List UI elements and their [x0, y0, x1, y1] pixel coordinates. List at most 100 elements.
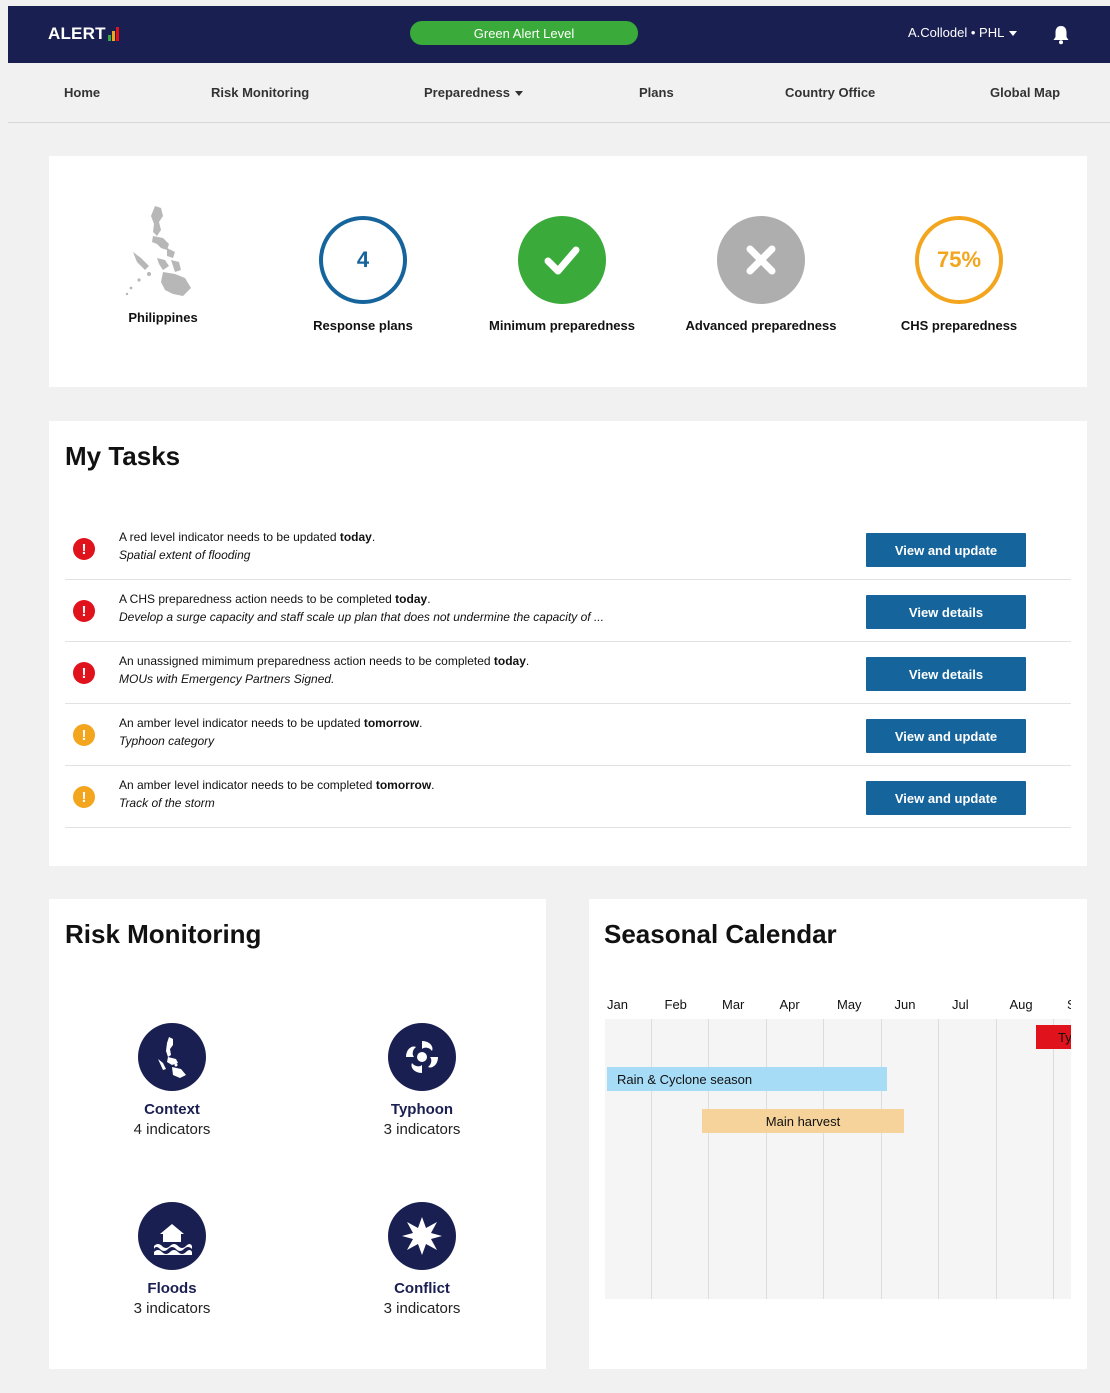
month-label: Jan [607, 997, 628, 1012]
task-punct: . [371, 530, 376, 544]
seasonal-calendar: Jan Feb Mar Apr May Jun Jul Aug S Ty Rain & Cycl… [605, 979, 1071, 1299]
task-row: ! A red level indicator needs to be updat… [65, 518, 1071, 580]
response-plans-circle: 4 [319, 216, 407, 304]
risk-name: Conflict [394, 1280, 450, 1297]
task-row: ! An amber level indicator needs to be co… [65, 766, 1071, 828]
task-detail: Track of the storm [119, 796, 215, 810]
risk-item-conflict[interactable]: Conflict 3 indicators [342, 1202, 502, 1317]
user-name: A.Collodel • PHL [908, 25, 1005, 40]
user-menu[interactable]: A.Collodel • PHL [908, 25, 1018, 40]
task-due: today [395, 592, 428, 606]
task-punct: . [427, 592, 431, 606]
risk-item-typhoon[interactable]: Typhoon 3 indicators [342, 1023, 502, 1138]
task-row: ! An amber level indicator needs to be up… [65, 704, 1071, 766]
calendar-grid: Ty Rain & Cyclone season Main harvest [605, 1019, 1071, 1299]
month-gridline [995, 1019, 997, 1299]
chevron-down-icon [515, 91, 523, 97]
exclamation-icon: ! [73, 724, 95, 746]
task-due: tomorrow [375, 778, 432, 792]
task-row: ! An unassigned mimimum preparedness acti… [65, 642, 1071, 704]
task-action-button[interactable]: View details [866, 595, 1026, 629]
alert-level-label: Green Alert Level [473, 25, 575, 41]
overview-card: Philippines 4 Response plans Minimum pre… [49, 156, 1087, 387]
risk-name: Floods [147, 1280, 197, 1297]
response-plans-count: 4 [356, 247, 370, 272]
month-gridline [938, 1019, 939, 1299]
event-typhoon[interactable]: Ty [1036, 1025, 1071, 1049]
task-row: ! A CHS preparedness action needs to be c… [65, 580, 1071, 642]
task-due: tomorrow [363, 716, 420, 730]
nav-global-map[interactable]: Global Map [990, 85, 1060, 100]
task-description: An amber level indicator needs to be com… [119, 778, 435, 792]
bell-icon[interactable] [1052, 25, 1070, 45]
risk-count: 3 indicators [383, 1121, 461, 1138]
seasonal-calendar-title: Seasonal Calendar [604, 919, 837, 949]
task-text: An unassigned mimimum preparedness actio… [119, 654, 494, 668]
task-description: A red level indicator needs to be update… [119, 530, 375, 544]
seasonal-calendar-card: Seasonal Calendar Jan Feb Mar Apr May Jun Jul A… [589, 899, 1087, 1369]
month-label: Jun [894, 997, 916, 1012]
month-label: May [837, 997, 862, 1012]
task-detail: Typhoon category [119, 734, 215, 748]
cross-icon [717, 216, 805, 304]
event-main-harvest[interactable]: Main harvest [702, 1109, 904, 1133]
chs-preparedness-value: 75% [936, 247, 982, 272]
checkmark-icon [518, 216, 606, 304]
alert-logo[interactable]: ALERT [48, 24, 119, 44]
chs-preparedness-stat[interactable]: 75% CHS preparedness [864, 216, 1054, 333]
task-punct: . [431, 778, 435, 792]
advanced-preparedness-label: Advanced preparedness [685, 318, 837, 333]
task-punct: . [525, 654, 530, 668]
event-rain-cyclone-season[interactable]: Rain & Cyclone season [607, 1067, 887, 1091]
exclamation-icon: ! [73, 600, 95, 622]
nav-country-office[interactable]: Country Office [785, 85, 875, 100]
month-label: Apr [779, 997, 800, 1012]
response-plans-label: Response plans [313, 318, 413, 333]
alert-level-button[interactable]: Green Alert Level [410, 21, 638, 45]
nav-preparedness[interactable]: Preparedness [424, 85, 523, 100]
task-text: An amber level indicator needs to be upd… [119, 716, 364, 730]
month-label: S [1067, 997, 1071, 1012]
task-text: A CHS preparedness action needs to be co… [119, 592, 396, 606]
logo-text: ALERT [48, 24, 106, 43]
task-description: An amber level indicator needs to be upd… [119, 716, 423, 730]
task-detail: MOUs with Emergency Partners Signed. [119, 672, 335, 686]
risk-name: Context [144, 1101, 200, 1118]
risk-count: 3 indicators [133, 1300, 211, 1317]
task-due: today [493, 654, 526, 668]
chs-preparedness-label: CHS preparedness [900, 318, 1018, 333]
context-map-icon [138, 1023, 206, 1091]
typhoon-icon [388, 1023, 456, 1091]
task-action-button[interactable]: View and update [866, 781, 1026, 815]
minimum-preparedness-stat[interactable]: Minimum preparedness [467, 216, 657, 333]
risk-count: 4 indicators [133, 1121, 211, 1138]
month-gridline [1053, 1019, 1054, 1299]
response-plans-stat[interactable]: 4 Response plans [268, 216, 458, 333]
nav-home[interactable]: Home [64, 85, 100, 100]
month-label: Feb [664, 997, 687, 1012]
task-action-button[interactable]: View details [866, 657, 1026, 691]
month-gridline [708, 1019, 709, 1299]
task-action-button[interactable]: View and update [866, 533, 1026, 567]
month-gridline [765, 1019, 767, 1299]
event-label: Ty [1058, 1029, 1071, 1045]
task-text: An amber level indicator needs to be com… [119, 778, 376, 792]
country-label: Philippines [128, 310, 198, 325]
nav-risk-monitoring[interactable]: Risk Monitoring [211, 85, 309, 100]
event-label: Main harvest [765, 1113, 841, 1129]
task-due: today [339, 530, 372, 544]
task-detail: Spatial extent of flooding [119, 548, 251, 562]
top-bar: ALERT Green Alert Level A.Collodel • PHL [8, 6, 1110, 63]
risk-item-context[interactable]: Context 4 indicators [92, 1023, 252, 1138]
advanced-preparedness-stat[interactable]: Advanced preparedness [666, 216, 856, 333]
month-label: Mar [722, 997, 745, 1012]
nav-plans[interactable]: Plans [639, 85, 674, 100]
logo-bars-icon [107, 27, 119, 41]
nav-preparedness-label: Preparedness [424, 85, 510, 100]
risk-monitoring-title: Risk Monitoring [65, 919, 262, 949]
country-stat[interactable]: Philippines [68, 206, 258, 325]
month-label: Aug [1009, 997, 1033, 1012]
risk-item-floods[interactable]: Floods 3 indicators [92, 1202, 252, 1317]
task-action-button[interactable]: View and update [866, 719, 1026, 753]
month-gridline [650, 1019, 652, 1299]
